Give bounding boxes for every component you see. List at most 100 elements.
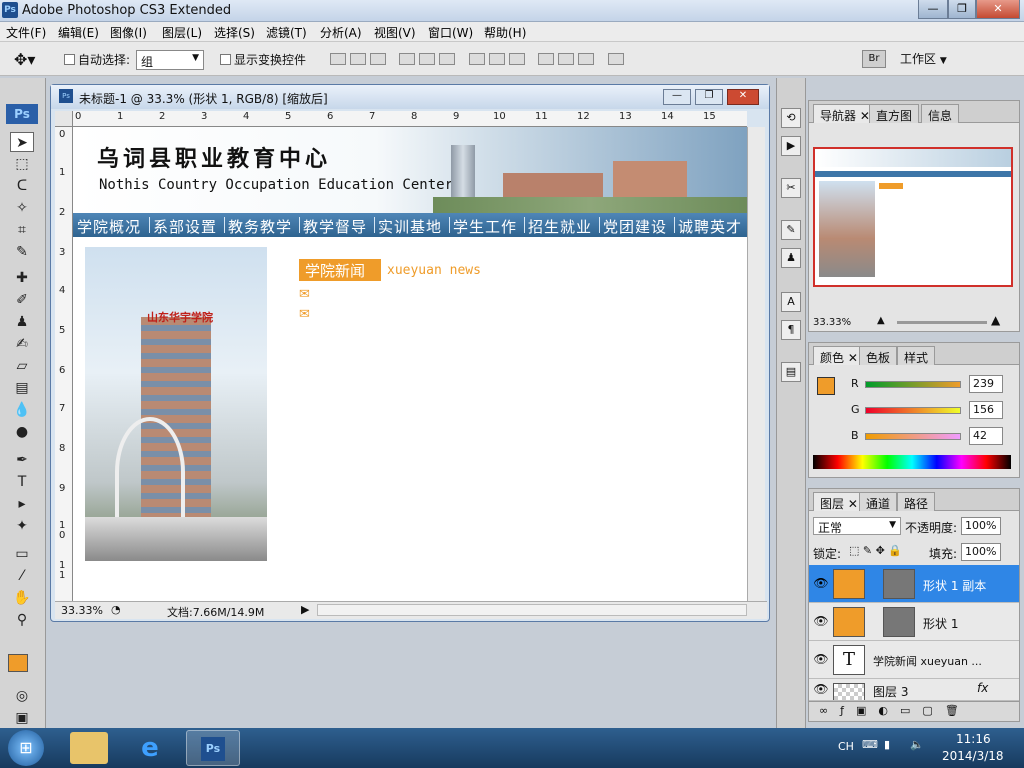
eye-icon[interactable]: 👁 (813, 575, 829, 591)
navigator-zoom[interactable]: 33.33% (813, 317, 851, 328)
opacity-value[interactable]: 100% (961, 517, 1001, 535)
distribute-left-icon[interactable] (538, 53, 555, 65)
red-slider[interactable] (865, 381, 961, 388)
language-indicator[interactable]: CH (838, 740, 854, 753)
vertical-ruler[interactable]: 0 1 2 3 4 5 6 7 8 9 1 0 1 1 (55, 127, 73, 603)
tab-navigator[interactable]: 导航器 ✕ (813, 104, 877, 123)
doc-minimize-button[interactable]: — (663, 89, 691, 105)
dodge-tool-icon[interactable]: ● (10, 422, 34, 442)
menu-help[interactable]: 帮助(H) (484, 24, 526, 41)
path-select-icon[interactable]: ▸ (10, 494, 34, 514)
hand-tool-icon[interactable]: ✋ (10, 588, 34, 608)
distribute-vcenter-icon[interactable] (488, 53, 505, 65)
actions-icon[interactable]: ▶ (781, 136, 801, 156)
volume-icon[interactable]: 🔈 (910, 738, 924, 751)
tab-styles[interactable]: 样式 (897, 346, 936, 365)
zoom-out-icon[interactable]: ▲ (877, 315, 885, 326)
tab-color[interactable]: 颜色 ✕ (813, 346, 865, 365)
menu-image[interactable]: 图像(I) (110, 24, 147, 41)
eyedropper-icon[interactable]: ⁄ (10, 566, 34, 586)
paragraph-icon[interactable]: ¶ (781, 320, 801, 340)
menu-layer[interactable]: 图层(L) (162, 24, 202, 41)
history-icon[interactable]: ⟲ (781, 108, 801, 128)
quick-mask-icon[interactable]: ◎ (10, 686, 34, 706)
zoom-tool-icon[interactable]: ⚲ (10, 610, 34, 630)
ie-taskbar-icon[interactable]: e (132, 732, 168, 764)
menu-edit[interactable]: 编辑(E) (58, 24, 99, 41)
healing-brush-icon[interactable]: ✚ (10, 268, 34, 288)
menu-filter[interactable]: 滤镜(T) (266, 24, 307, 41)
distribute-bottom-icon[interactable] (508, 53, 525, 65)
blur-tool-icon[interactable]: 💧 (10, 400, 34, 420)
horizontal-scrollbar[interactable] (317, 604, 747, 616)
eraser-tool-icon[interactable]: ▱ (10, 356, 34, 376)
color-foreground-swatch[interactable] (817, 377, 835, 395)
screen-mode-icon[interactable]: ▣ (10, 708, 34, 728)
auto-align-icon[interactable] (607, 53, 624, 65)
layer-row[interactable]: 👁 形状 1 (809, 603, 1019, 641)
layer-row[interactable]: 👁 T 学院新闻 xueyuan ... (809, 641, 1019, 679)
distribute-right-icon[interactable] (578, 53, 595, 65)
notes-tool-icon[interactable]: ▭ (10, 544, 34, 564)
layer-row[interactable]: 👁 形状 1 副本 (809, 565, 1019, 603)
vertical-scrollbar[interactable] (747, 127, 765, 603)
align-right-icon[interactable] (439, 53, 456, 65)
marquee-tool-icon[interactable]: ⬚ (10, 154, 34, 174)
workspace-button[interactable]: 工作区 ▼ (900, 50, 947, 67)
zoom-in-icon[interactable]: ▲ (991, 313, 1000, 327)
auto-select-dropdown[interactable]: 组 ▼ (136, 50, 204, 70)
move-tool-icon[interactable]: ➤ (10, 132, 34, 152)
green-value[interactable]: 156 (969, 401, 1003, 419)
blue-slider[interactable] (865, 433, 961, 440)
explorer-taskbar-icon[interactable] (70, 732, 108, 764)
clock-time[interactable]: 11:16 (956, 732, 991, 746)
fill-value[interactable]: 100% (961, 543, 1001, 561)
pen-tool-icon[interactable]: ✒ (10, 450, 34, 470)
brush-tool-icon[interactable]: ✐ (10, 290, 34, 310)
restore-button[interactable]: ❐ (948, 0, 976, 19)
color-spectrum-bar[interactable] (813, 455, 1011, 469)
align-hcenter-icon[interactable] (419, 53, 436, 65)
zoom-level[interactable]: 33.33% (61, 604, 103, 617)
align-top-icon[interactable] (330, 53, 346, 65)
red-value[interactable]: 239 (969, 375, 1003, 393)
eye-icon[interactable]: 👁 (813, 651, 829, 667)
menu-view[interactable]: 视图(V) (374, 24, 416, 41)
layer-comps-icon[interactable]: ▤ (781, 362, 801, 382)
type-tool-icon[interactable]: T (10, 472, 34, 492)
lasso-tool-icon[interactable]: ᑕ (10, 176, 34, 196)
minimize-button[interactable]: — (918, 0, 948, 19)
tab-swatches[interactable]: 色板 (859, 346, 898, 365)
status-menu-icon[interactable]: ◔ (111, 603, 121, 616)
layers-footer-icons[interactable]: ∞ƒ▣◐▭▢🗑 (809, 701, 1019, 721)
close-button[interactable]: ✕ (976, 0, 1020, 19)
horizontal-ruler[interactable]: 0 1 2 3 4 5 6 7 8 9 10 11 12 13 14 15 (73, 111, 747, 127)
tab-layers[interactable]: 图层 ✕ (813, 492, 865, 511)
navigator-preview[interactable] (813, 147, 1013, 287)
photoshop-taskbar-button[interactable]: Ps (186, 730, 240, 766)
brushes-icon[interactable]: ✎ (781, 220, 801, 240)
start-button[interactable]: ⊞ (8, 730, 44, 766)
clock-date[interactable]: 2014/3/18 (942, 749, 1004, 763)
network-icon[interactable]: ▮ (884, 738, 890, 751)
align-left-icon[interactable] (399, 53, 416, 65)
doc-close-button[interactable]: ✕ (727, 89, 759, 105)
auto-select-checkbox[interactable] (64, 54, 75, 65)
menu-window[interactable]: 窗口(W) (428, 24, 473, 41)
layer-row[interactable]: 👁 图层 3 fx (809, 679, 1019, 701)
magic-wand-icon[interactable]: ✧ (10, 198, 34, 218)
blue-value[interactable]: 42 (969, 427, 1003, 445)
keyboard-icon[interactable]: ⌨ (862, 738, 878, 751)
tab-info[interactable]: 信息 (921, 104, 960, 123)
tab-paths[interactable]: 路径 (897, 492, 936, 511)
distribute-hcenter-icon[interactable] (558, 53, 575, 65)
clone-stamp-icon[interactable]: ♟ (10, 312, 34, 332)
clone-source-icon[interactable]: ♟ (781, 248, 801, 268)
align-bottom-icon[interactable] (369, 53, 386, 65)
distribute-top-icon[interactable] (468, 53, 485, 65)
history-brush-icon[interactable]: ✍ (10, 334, 34, 354)
lock-icons[interactable]: ⬚ ✎ ✥ 🔒 (849, 544, 902, 557)
eye-icon[interactable]: 👁 (813, 681, 829, 697)
tab-channels[interactable]: 通道 (859, 492, 898, 511)
move-tool-icon[interactable]: ✥▾ (14, 50, 35, 69)
